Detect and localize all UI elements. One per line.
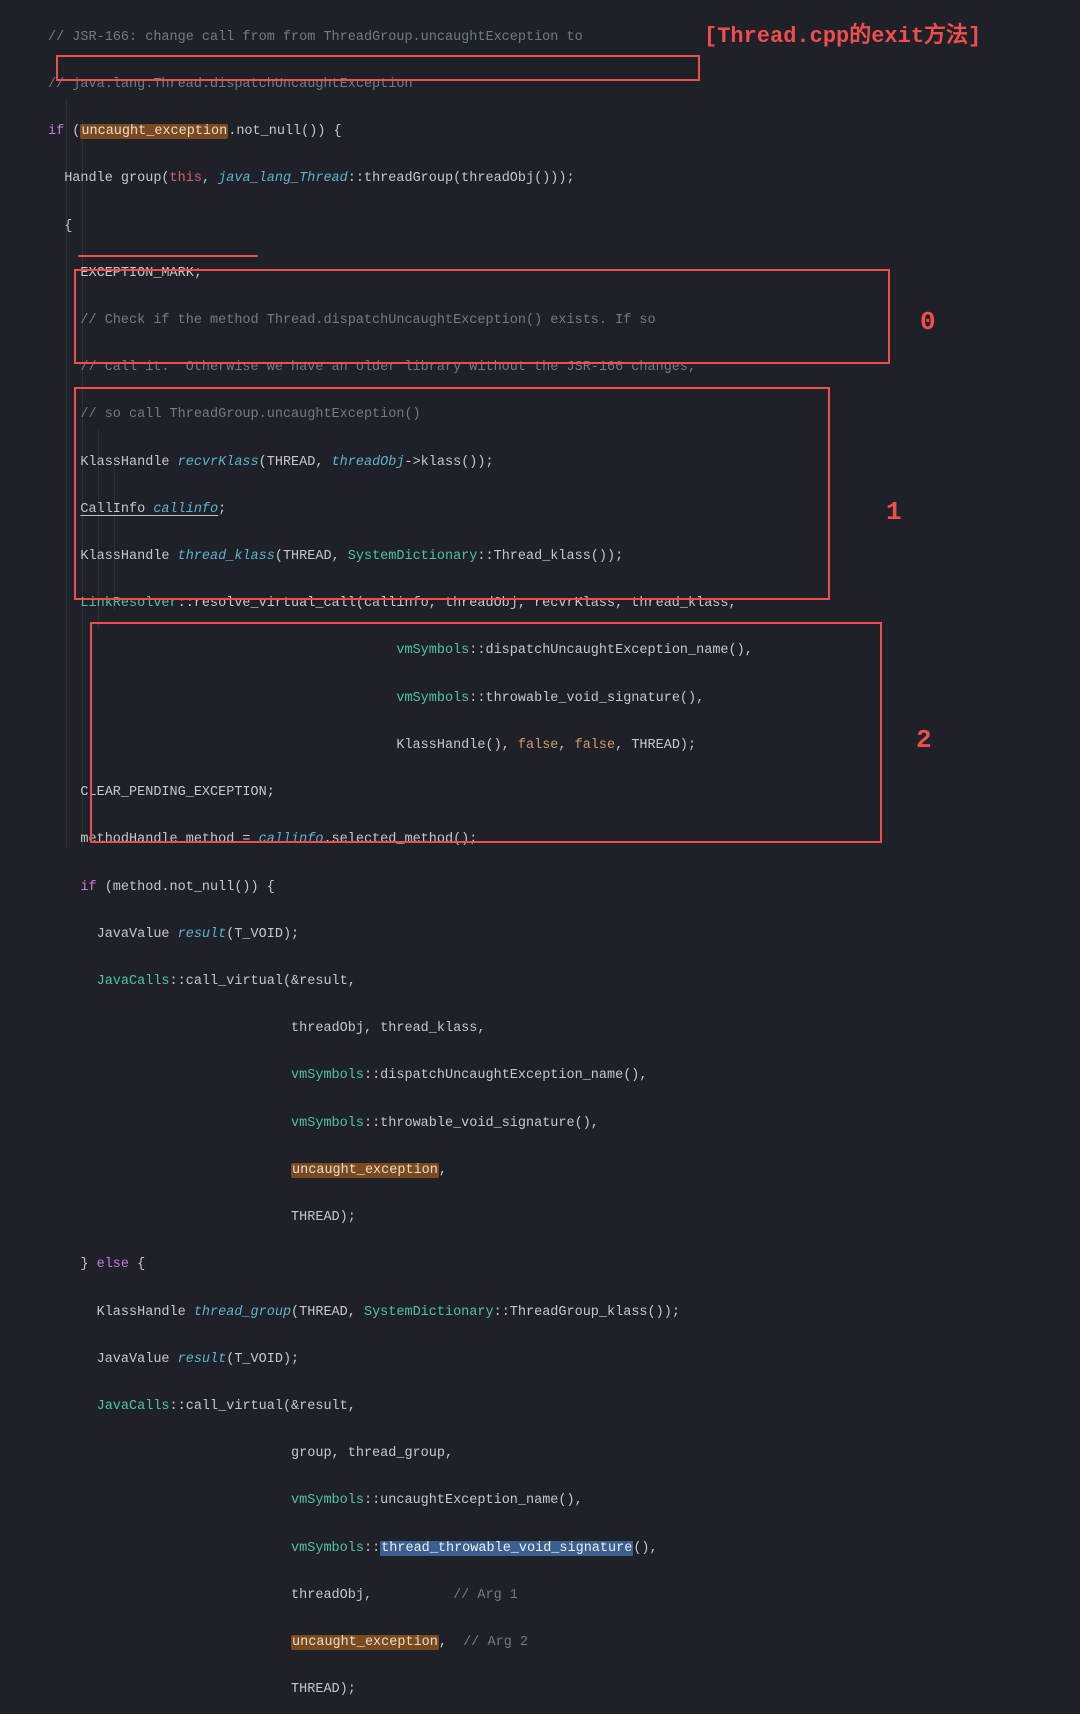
SystemDictionary: SystemDictionary bbox=[348, 549, 478, 564]
t: ::ThreadGroup_klass()); bbox=[494, 1305, 680, 1320]
t: (method.not_null()) { bbox=[97, 880, 275, 895]
comment: // JSR-166: change call from from Thread… bbox=[48, 30, 583, 45]
t: KlassHandle(), bbox=[396, 738, 518, 753]
t: , bbox=[439, 1635, 463, 1650]
t: { bbox=[129, 1257, 145, 1272]
thread-throwable-sig: thread_throwable_void_signature bbox=[380, 1541, 633, 1556]
result: result bbox=[178, 1352, 227, 1367]
false-literal: false bbox=[518, 738, 559, 753]
comment: // call it. Otherwise we have an older l… bbox=[80, 360, 696, 375]
t: (THREAD, bbox=[259, 455, 332, 470]
t: ::dispatchUncaughtException_name(), bbox=[364, 1068, 648, 1083]
t: (T_VOID); bbox=[226, 927, 299, 942]
result: result bbox=[178, 927, 227, 942]
t: :: bbox=[364, 1541, 380, 1556]
t: ::call_virtual(&result, bbox=[170, 974, 356, 989]
t: KlassHandle bbox=[80, 549, 177, 564]
callinfo-decl: CallInfo callinfo bbox=[80, 502, 218, 517]
t: (), bbox=[633, 1541, 657, 1556]
t: ::dispatchUncaughtException_name(), bbox=[469, 643, 753, 658]
false-literal: false bbox=[575, 738, 616, 753]
clear-pending: CLEAR_PENDING_EXCEPTION; bbox=[80, 785, 274, 800]
t: ::threadGroup(threadObj())); bbox=[348, 171, 575, 186]
JavaCalls: JavaCalls bbox=[97, 974, 170, 989]
keyword-if: if bbox=[48, 124, 64, 139]
var-uncaught: uncaught_exception bbox=[80, 124, 228, 139]
t: ::uncaughtException_name(), bbox=[364, 1493, 583, 1508]
comment: // Check if the method Thread.dispatchUn… bbox=[80, 313, 655, 328]
t: ; bbox=[218, 502, 226, 517]
keyword-else: else bbox=[97, 1257, 129, 1272]
t: threadObj, bbox=[291, 1588, 453, 1603]
t: .selected_method(); bbox=[323, 832, 477, 847]
comment-arg2: // Arg 2 bbox=[463, 1635, 528, 1650]
t: } bbox=[80, 1257, 96, 1272]
exception-mark: EXCEPTION_MARK; bbox=[80, 266, 202, 281]
callinfo: callinfo bbox=[259, 832, 324, 847]
threadObj: threadObj bbox=[332, 455, 405, 470]
annotation-label-1: 1 bbox=[886, 490, 902, 536]
t: (THREAD, bbox=[275, 549, 348, 564]
vmSymbols: vmSymbols bbox=[291, 1493, 364, 1508]
uncaught-exception: uncaught_exception bbox=[291, 1163, 439, 1178]
t: (THREAD, bbox=[291, 1305, 364, 1320]
thread-klass: thread_klass bbox=[178, 549, 275, 564]
comment-arg1: // Arg 1 bbox=[453, 1588, 518, 1603]
t: , THREAD); bbox=[615, 738, 696, 753]
keyword-if: if bbox=[80, 880, 96, 895]
t: , bbox=[439, 1163, 447, 1178]
t: .not_null()) { bbox=[228, 124, 341, 139]
t: methodHandle method = bbox=[80, 832, 258, 847]
t: ( bbox=[64, 124, 80, 139]
keyword-this: this bbox=[170, 171, 202, 186]
vmSymbols: vmSymbols bbox=[291, 1541, 364, 1556]
t: ->klass()); bbox=[404, 455, 493, 470]
t: ::resolve_virtual_call(callinfo, threadO… bbox=[178, 596, 737, 611]
vmSymbols: vmSymbols bbox=[396, 691, 469, 706]
code-block[interactable]: // JSR-166: change call from from Thread… bbox=[0, 2, 1080, 1714]
t: THREAD); bbox=[291, 1210, 356, 1225]
annotation-label-2: 2 bbox=[916, 718, 932, 764]
t: KlassHandle bbox=[80, 455, 177, 470]
t: ::throwable_void_signature(), bbox=[364, 1116, 599, 1131]
java-lang-thread: java_lang_Thread bbox=[218, 171, 348, 186]
comment: // java.lang.Thread.dispatchUncaughtExce… bbox=[48, 77, 413, 92]
thread-group: thread_group bbox=[194, 1305, 291, 1320]
t: THREAD); bbox=[291, 1682, 356, 1697]
t: JavaValue bbox=[97, 927, 178, 942]
t: , bbox=[202, 171, 218, 186]
t: ::call_virtual(&result, bbox=[170, 1399, 356, 1414]
t: threadObj, thread_klass, bbox=[291, 1021, 485, 1036]
t: Handle group( bbox=[64, 171, 169, 186]
t: JavaValue bbox=[97, 1352, 178, 1367]
vmSymbols: vmSymbols bbox=[396, 643, 469, 658]
comment: // so call ThreadGroup.uncaughtException… bbox=[80, 407, 420, 422]
SystemDictionary: SystemDictionary bbox=[364, 1305, 494, 1320]
t: group, thread_group, bbox=[291, 1446, 453, 1461]
vmSymbols: vmSymbols bbox=[291, 1116, 364, 1131]
annotation-label-0: 0 bbox=[920, 300, 936, 346]
annotation-title: [Thread.cpp的exit方法] bbox=[704, 18, 981, 57]
t: ::Thread_klass()); bbox=[477, 549, 623, 564]
brace-open: { bbox=[64, 219, 72, 234]
JavaCalls: JavaCalls bbox=[97, 1399, 170, 1414]
t: (T_VOID); bbox=[226, 1352, 299, 1367]
t: KlassHandle bbox=[97, 1305, 194, 1320]
vmSymbols: vmSymbols bbox=[291, 1068, 364, 1083]
recvrKlass: recvrKlass bbox=[178, 455, 259, 470]
uncaught-exception: uncaught_exception bbox=[291, 1635, 439, 1650]
t: ::throwable_void_signature(), bbox=[469, 691, 704, 706]
t: , bbox=[558, 738, 574, 753]
LinkResolver: LinkResolver bbox=[80, 596, 177, 611]
